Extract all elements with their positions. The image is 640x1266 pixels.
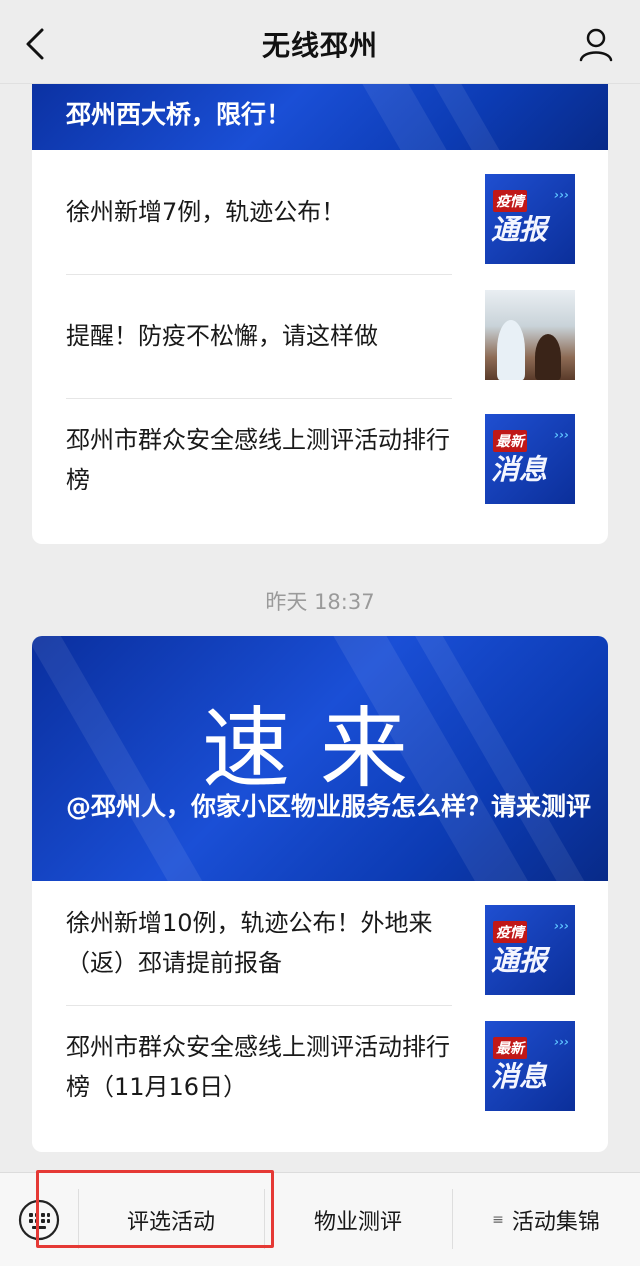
article-title[interactable]: 邳州市群众安全感线上测评活动排行榜（11月16日） bbox=[66, 1027, 456, 1107]
menu-highlight-box bbox=[36, 1170, 274, 1248]
article-thumbnail-photo[interactable] bbox=[485, 290, 575, 380]
article-card: 速来 @邳州人，你家小区物业服务怎么样？请来测评 徐州新增10例，轨迹公布！外地… bbox=[32, 636, 608, 1152]
chevrons-icon: ››› bbox=[554, 188, 569, 202]
menu-item-activity-highlights[interactable]: ≡ 活动集锦 bbox=[452, 1173, 640, 1266]
divider bbox=[66, 274, 452, 275]
thumbnail-title: 消息 bbox=[491, 1060, 548, 1093]
article-list-item[interactable]: 徐州新增10例，轨迹公布！外地来（返）邳请提前报备 疫情 ››› 通报 bbox=[32, 881, 608, 1005]
article-list-item[interactable]: 邳州市群众安全感线上测评活动排行榜（11月16日） 最新 ››› 消息 bbox=[32, 1005, 608, 1129]
article-thumbnail[interactable]: 最新 ››› 消息 bbox=[485, 1021, 575, 1111]
menu-item-label: 活动集锦 bbox=[511, 1210, 600, 1235]
submenu-icon: ≡ bbox=[492, 1212, 504, 1228]
top-navigation-bar: 无线邳州 bbox=[0, 0, 640, 84]
article-list-item[interactable]: 邳州市群众安全感线上测评活动排行榜 最新 ››› 消息 bbox=[32, 398, 608, 522]
article-thumbnail[interactable]: 疫情 ››› 通报 bbox=[485, 905, 575, 995]
article-title[interactable]: 徐州新增7例，轨迹公布！ bbox=[66, 192, 456, 232]
menu-item-label: 物业测评 bbox=[313, 1210, 402, 1235]
article-cover-banner[interactable]: 速来 @邳州人，你家小区物业服务怎么样？请来测评 bbox=[32, 636, 608, 881]
thumbnail-title: 通报 bbox=[491, 213, 548, 246]
article-list-item[interactable]: 提醒！防疫不松懈，请这样做 bbox=[32, 274, 608, 398]
thumbnail-title: 通报 bbox=[491, 944, 548, 977]
chevrons-icon: ››› bbox=[554, 428, 569, 442]
article-thumbnail[interactable]: 最新 ››› 消息 bbox=[485, 414, 575, 504]
thumbnail-title: 消息 bbox=[491, 453, 548, 486]
article-title[interactable]: 邳州市群众安全感线上测评活动排行榜 bbox=[66, 420, 456, 500]
divider bbox=[66, 398, 452, 399]
page-title: 无线邳州 bbox=[261, 29, 378, 62]
menu-item-property-evaluation[interactable]: 物业测评 bbox=[264, 1173, 452, 1266]
chevrons-icon: ››› bbox=[554, 919, 569, 933]
article-headline[interactable]: @邳州人，你家小区物业服务怎么样？请来测评 bbox=[66, 786, 606, 828]
article-title[interactable]: 徐州新增10例，轨迹公布！外地来（返）邳请提前报备 bbox=[66, 903, 456, 983]
message-timestamp: 昨天 18:37 bbox=[265, 590, 375, 614]
article-title[interactable]: 提醒！防疫不松懈，请这样做 bbox=[66, 316, 456, 356]
profile-icon[interactable] bbox=[578, 26, 614, 62]
article-list-item[interactable]: 徐州新增7例，轨迹公布！ 疫情 ››› 通报 bbox=[32, 150, 608, 274]
chevrons-icon: ››› bbox=[554, 1035, 569, 1049]
article-card: 邳州西大桥，限行！ 徐州新增7例，轨迹公布！ 疫情 ››› 通报 提醒！防疫不松… bbox=[32, 60, 608, 544]
article-headline[interactable]: 邳州西大桥，限行！ bbox=[66, 94, 291, 136]
divider bbox=[66, 1005, 452, 1006]
article-thumbnail[interactable]: 疫情 ››› 通报 bbox=[485, 174, 575, 264]
